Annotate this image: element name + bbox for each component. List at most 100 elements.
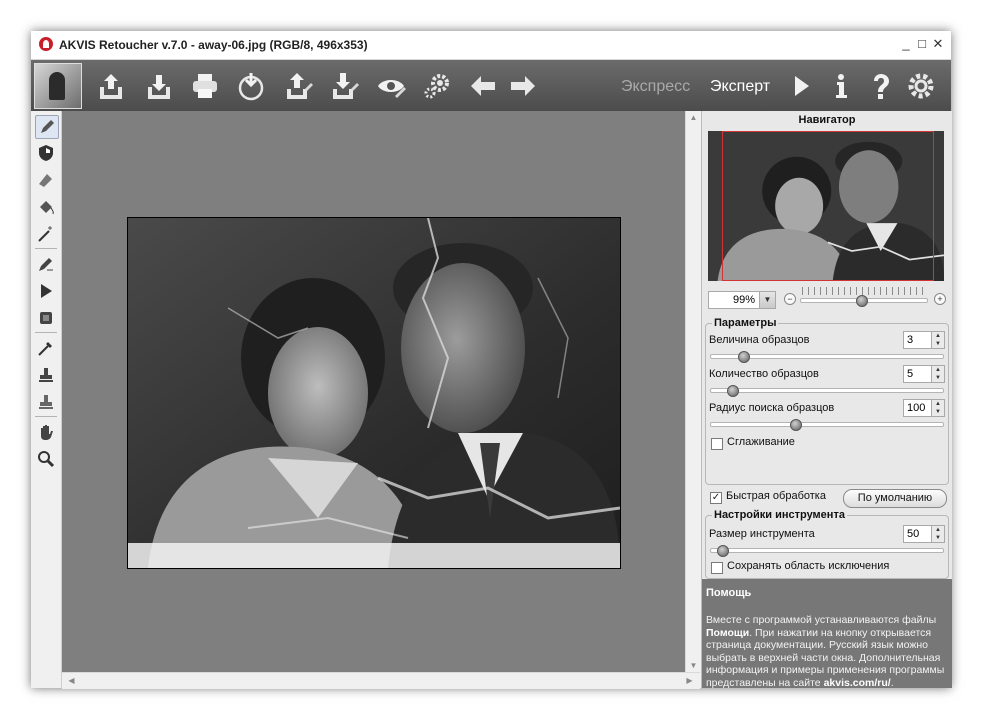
- sample-size-slider[interactable]: [710, 351, 944, 363]
- chevron-down-icon[interactable]: ▼: [759, 292, 775, 308]
- spin-up-icon[interactable]: ▲: [932, 526, 944, 534]
- vertical-scrollbar[interactable]: ▲ ▼: [685, 111, 701, 672]
- shield-icon[interactable]: [35, 142, 57, 164]
- import-icon[interactable]: [283, 70, 315, 102]
- spin-down-icon[interactable]: ▼: [932, 408, 944, 416]
- zoom-select[interactable]: 99% ▼: [708, 291, 776, 309]
- share-icon[interactable]: [235, 70, 267, 102]
- keep-exclusion-checkbox[interactable]: [711, 562, 723, 574]
- help-icon[interactable]: [865, 70, 897, 102]
- spin-up-icon[interactable]: ▲: [932, 366, 944, 374]
- sample-count-thumb[interactable]: [727, 385, 739, 397]
- search-radius-slider[interactable]: [710, 419, 944, 431]
- search-radius-input[interactable]: 100 ▲ ▼: [903, 399, 945, 417]
- run-icon[interactable]: [785, 70, 817, 102]
- spin-down-icon[interactable]: ▼: [932, 534, 944, 542]
- search-radius-thumb[interactable]: [790, 419, 802, 431]
- preview-icon[interactable]: [375, 70, 407, 102]
- zoom-out-button[interactable]: −: [784, 293, 796, 305]
- spin-down-icon[interactable]: ▼: [932, 340, 944, 348]
- export-icon[interactable]: [329, 70, 361, 102]
- keep-exclusion-label: Сохранять область исключения: [727, 560, 890, 572]
- search-radius-label: Радиус поиска образцов: [709, 402, 835, 414]
- preferences-icon[interactable]: [905, 70, 937, 102]
- pencil-icon[interactable]: [35, 253, 57, 275]
- sample-count-input[interactable]: 5 ▲ ▼: [903, 365, 945, 383]
- close-button[interactable]: ✕: [931, 37, 945, 51]
- print-icon[interactable]: [189, 70, 221, 102]
- settings-tools-icon[interactable]: [421, 70, 453, 102]
- image-canvas[interactable]: [62, 111, 685, 672]
- spin-up-icon[interactable]: ▲: [932, 400, 944, 408]
- main-toolbar: Экспресс Эксперт: [31, 60, 951, 112]
- info-icon[interactable]: [825, 70, 857, 102]
- minimize-button[interactable]: _: [899, 37, 913, 51]
- horizontal-scrollbar[interactable]: ◀ ▶: [62, 672, 700, 689]
- help-title: Помощь: [706, 587, 752, 599]
- tool-settings-group: Настройки инструмента Размер инструмента…: [705, 509, 949, 579]
- chip-icon[interactable]: [35, 307, 57, 329]
- brush-size-input[interactable]: 50 ▲ ▼: [903, 525, 945, 543]
- window-title: AKVIS Retoucher v.7.0 - away-06.jpg (RGB…: [59, 38, 368, 52]
- zoom-slider[interactable]: [800, 295, 928, 307]
- stamp-icon[interactable]: [35, 364, 57, 386]
- tool-settings-title: Настройки инструмента: [712, 509, 847, 521]
- scroll-right-icon[interactable]: ▶: [682, 676, 697, 685]
- undo-icon[interactable]: [467, 70, 499, 102]
- zoom-in-button[interactable]: +: [934, 293, 946, 305]
- sample-size-label: Величина образцов: [709, 334, 810, 346]
- brush-size-value: 50: [907, 528, 920, 540]
- scroll-down-icon[interactable]: ▼: [686, 661, 701, 670]
- sample-count-label: Количество образцов: [709, 368, 819, 380]
- brush-size-label: Размер инструмента: [709, 528, 815, 540]
- save-icon[interactable]: [143, 70, 175, 102]
- play-tool-icon[interactable]: [35, 280, 57, 302]
- scroll-up-icon[interactable]: ▲: [686, 113, 701, 122]
- spin-down-icon[interactable]: ▼: [932, 374, 944, 382]
- sample-size-value: 3: [907, 334, 914, 346]
- help-text: Вместе с программой устанавливаются файл…: [706, 614, 950, 689]
- photo-image: [127, 217, 621, 569]
- zoom-slider-thumb[interactable]: [856, 295, 868, 307]
- default-button[interactable]: По умолчанию: [843, 489, 947, 508]
- fast-processing-label: Быстрая обработка: [726, 490, 826, 502]
- help-link[interactable]: akvis.com/ru/: [824, 677, 891, 689]
- zoom-icon[interactable]: [35, 448, 57, 470]
- brush-size-thumb[interactable]: [717, 545, 729, 557]
- redo-icon[interactable]: [507, 70, 539, 102]
- settings-panel: Навигатор 99% ▼ − + Параметры Величина о…: [701, 111, 952, 689]
- retouch-brush-icon[interactable]: [35, 115, 59, 139]
- mode-expert[interactable]: Эксперт: [710, 78, 770, 96]
- tools-panel: [31, 111, 62, 688]
- sample-size-input[interactable]: 3 ▲ ▼: [903, 331, 945, 349]
- eyedropper-icon[interactable]: [35, 337, 57, 359]
- stamp-2-icon[interactable]: [35, 391, 57, 413]
- fast-processing-checkbox[interactable]: ✓: [710, 492, 722, 504]
- help-panel: Помощь Вместе с программой устанавливают…: [702, 579, 952, 689]
- smoothing-checkbox[interactable]: [711, 438, 723, 450]
- params-title: Параметры: [712, 317, 779, 329]
- navigator-view-frame[interactable]: [722, 131, 934, 281]
- maximize-button[interactable]: □: [915, 37, 929, 51]
- brush-size-slider[interactable]: [710, 545, 944, 557]
- eraser-icon[interactable]: [35, 169, 57, 191]
- retoucher-logo-icon: [34, 63, 82, 109]
- sample-size-thumb[interactable]: [738, 351, 750, 363]
- params-group: Параметры Величина образцов 3 ▲ ▼ Количес…: [705, 317, 949, 485]
- help-bold-term: Помощи: [706, 626, 750, 639]
- help-text-part: .: [890, 676, 894, 689]
- help-text-part: Вместе с программой устанавливаются файл…: [706, 614, 937, 626]
- spin-up-icon[interactable]: ▲: [932, 332, 944, 340]
- open-icon[interactable]: [95, 70, 127, 102]
- zoom-ticks: [802, 287, 925, 295]
- navigator-preview[interactable]: [708, 131, 944, 281]
- fill-icon[interactable]: [35, 196, 57, 218]
- akvis-logo-icon: [39, 37, 53, 51]
- scroll-left-icon[interactable]: ◀: [64, 676, 79, 685]
- magic-wand-icon[interactable]: [35, 223, 57, 245]
- sample-count-value: 5: [907, 368, 914, 380]
- mode-express[interactable]: Экспресс: [621, 78, 690, 96]
- sample-count-slider[interactable]: [710, 385, 944, 397]
- zoom-value: 99%: [732, 294, 755, 306]
- hand-icon[interactable]: [35, 421, 57, 443]
